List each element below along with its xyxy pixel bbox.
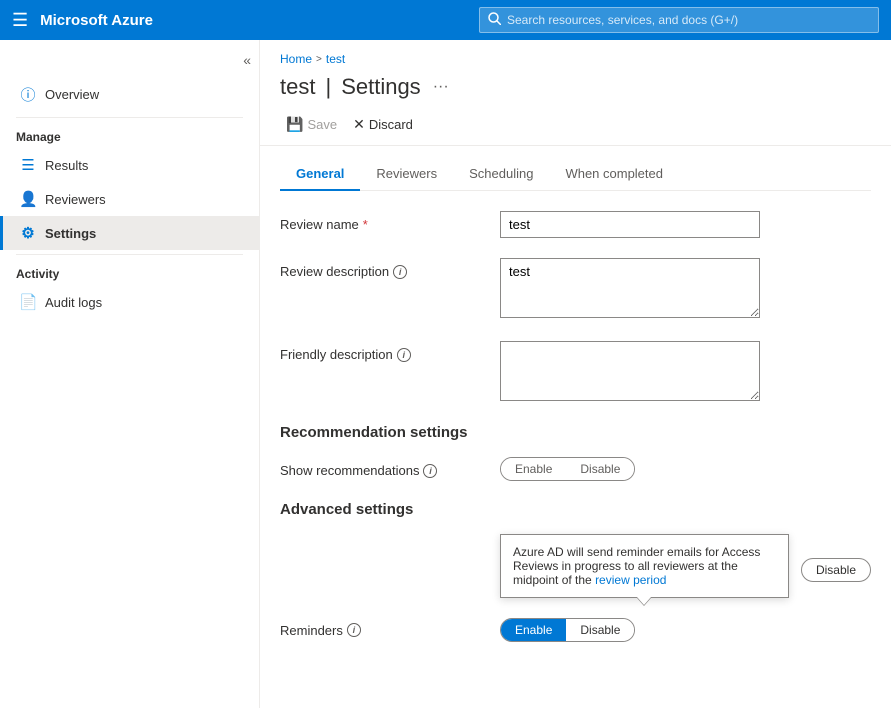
callout-tooltip: Azure AD will send reminder emails for A… [500, 534, 789, 598]
tabs: General Reviewers Scheduling When comple… [280, 146, 871, 191]
friendly-description-textarea[interactable] [500, 341, 760, 401]
required-indicator: * [363, 217, 368, 232]
page-content: Home > test test | Settings ··· 💾 Save ✕… [260, 40, 891, 708]
tab-scheduling[interactable]: Scheduling [453, 158, 549, 191]
page-title-area: test | Settings ··· [260, 66, 891, 100]
breadcrumb-area: Home > test [260, 40, 891, 66]
sidebar-item-audit-logs[interactable]: 📄 Audit logs [0, 285, 259, 319]
enable-reminders-button[interactable]: Enable [501, 619, 566, 641]
save-label: Save [307, 117, 337, 132]
reviewers-icon: 👤 [19, 190, 37, 208]
more-options-button[interactable]: ··· [429, 76, 453, 98]
advanced-disable-button[interactable]: Disable [801, 558, 871, 582]
sidebar-item-settings[interactable]: ⚙ Settings [0, 216, 259, 250]
collapse-sidebar-button[interactable]: « [243, 52, 251, 68]
settings-gear-icon: ⚙ [19, 224, 37, 242]
reminders-label: Reminders [280, 623, 343, 638]
sidebar-item-overview[interactable]: ⓘ Overview [0, 76, 259, 113]
advanced-callout-area: Azure AD will send reminder emails for A… [500, 534, 871, 606]
sidebar-item-settings-label: Settings [45, 226, 96, 241]
reminders-label-area: Reminders i [280, 623, 480, 638]
page-title-sep: | [325, 74, 331, 100]
callout-link[interactable]: review period [595, 573, 666, 587]
sidebar-item-overview-label: Overview [45, 87, 99, 102]
recommendation-settings-heading: Recommendation settings [280, 424, 871, 441]
reminders-toggle: Enable Disable [500, 618, 635, 642]
main-container: « ⓘ Overview Manage ☰ Results 👤 Reviewer… [0, 40, 891, 708]
reminders-info-icon[interactable]: i [347, 623, 361, 637]
reminders-row: Reminders i Enable Disable [280, 618, 871, 642]
tab-general-label: General [296, 166, 344, 181]
sidebar-collapse-area: « [0, 48, 259, 76]
review-name-input[interactable] [500, 211, 760, 238]
discard-label: Discard [369, 117, 413, 132]
info-icon: ⓘ [19, 84, 37, 105]
search-bar[interactable] [479, 7, 879, 33]
content-area: General Reviewers Scheduling When comple… [260, 146, 891, 708]
friendly-description-label-area: Friendly description i [280, 341, 480, 362]
toolbar: 💾 Save ✕ Discard [260, 100, 891, 146]
show-recommendations-row: Show recommendations i Enable Disable [280, 457, 871, 481]
tab-reviewers[interactable]: Reviewers [360, 158, 453, 191]
show-recommendations-info-icon[interactable]: i [423, 464, 437, 478]
show-recommendations-label-area: Show recommendations i [280, 457, 480, 478]
breadcrumb-home[interactable]: Home [280, 52, 312, 66]
sidebar-divider-activity [16, 254, 243, 255]
sidebar: « ⓘ Overview Manage ☰ Results 👤 Reviewer… [0, 40, 260, 708]
tab-general[interactable]: General [280, 158, 360, 191]
advanced-settings-heading: Advanced settings [280, 501, 871, 518]
discard-button[interactable]: ✕ Discard [347, 112, 419, 137]
breadcrumb: Home > test [280, 52, 871, 66]
tab-scheduling-label: Scheduling [469, 166, 533, 181]
save-icon: 💾 [286, 116, 303, 133]
search-icon [488, 12, 501, 28]
show-recommendations-label: Show recommendations [280, 463, 419, 478]
review-name-input-area [500, 211, 760, 238]
disable-reminders-button[interactable]: Disable [566, 619, 634, 641]
sidebar-item-results[interactable]: ☰ Results [0, 148, 259, 182]
friendly-description-label: Friendly description [280, 347, 393, 362]
page-subtitle: Settings [341, 74, 421, 100]
discard-icon: ✕ [353, 116, 365, 133]
sidebar-divider-manage [16, 117, 243, 118]
app-title: Microsoft Azure [40, 12, 153, 29]
friendly-description-info-icon[interactable]: i [397, 348, 411, 362]
friendly-description-row: Friendly description i [280, 341, 871, 404]
breadcrumb-sep-1: > [316, 54, 322, 65]
review-description-textarea[interactable]: test [500, 258, 760, 318]
general-form: Review name * Review description i test [280, 211, 871, 404]
review-description-label: Review description [280, 264, 389, 279]
review-name-row: Review name * [280, 211, 871, 238]
hamburger-icon[interactable]: ☰ [12, 10, 28, 31]
tab-when-completed[interactable]: When completed [549, 158, 679, 191]
search-input[interactable] [507, 13, 870, 27]
friendly-description-input-area [500, 341, 760, 404]
sidebar-item-reviewers[interactable]: 👤 Reviewers [0, 182, 259, 216]
page-title: test [280, 74, 315, 100]
advanced-callout-row: Azure AD will send reminder emails for A… [280, 534, 871, 606]
top-bar: ☰ Microsoft Azure [0, 0, 891, 40]
tab-when-completed-label: When completed [565, 166, 663, 181]
review-description-input-area: test [500, 258, 760, 321]
save-button[interactable]: 💾 Save [280, 112, 343, 137]
enable-recommendations-button[interactable]: Enable [501, 458, 566, 480]
sidebar-item-audit-logs-label: Audit logs [45, 295, 102, 310]
review-name-label-area: Review name * [280, 211, 480, 232]
breadcrumb-current: test [326, 52, 345, 66]
audit-logs-icon: 📄 [19, 293, 37, 311]
review-name-label: Review name [280, 217, 359, 232]
manage-section-header: Manage [0, 122, 259, 148]
sidebar-item-reviewers-label: Reviewers [45, 192, 106, 207]
disable-recommendations-button[interactable]: Disable [566, 458, 634, 480]
review-description-label-area: Review description i [280, 258, 480, 279]
show-recommendations-toggle: Enable Disable [500, 457, 635, 481]
results-icon: ☰ [19, 156, 37, 174]
sidebar-item-results-label: Results [45, 158, 88, 173]
review-description-info-icon[interactable]: i [393, 265, 407, 279]
activity-section-header: Activity [0, 259, 259, 285]
review-description-row: Review description i test [280, 258, 871, 321]
tab-reviewers-label: Reviewers [376, 166, 437, 181]
